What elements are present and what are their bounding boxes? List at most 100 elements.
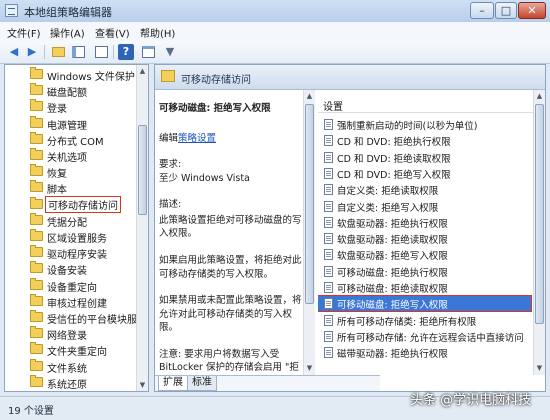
policy-setting-icon [324,330,333,342]
setting-row[interactable]: 可移动磁盘: 拒绝读取权限 [318,280,531,295]
setting-row[interactable]: CD 和 DVD: 拒绝读取权限 [318,150,531,165]
setting-row[interactable]: CD 和 DVD: 拒绝执行权限 [318,133,531,148]
help-icon[interactable]: ? [118,44,134,60]
setting-row[interactable]: 软盘驱动器: 拒绝执行权限 [318,215,531,230]
setting-row[interactable]: 可移动磁盘: 拒绝写入权限 [318,295,532,313]
tree-item[interactable]: 文件夹重定向 [5,342,131,358]
tree-item[interactable]: 磁盘配额 [5,83,131,100]
setting-row[interactable]: 所有可移动存储类: 拒绝所有权限 [318,313,531,328]
tree-item-label: 电源管理 [47,120,87,132]
tree-item[interactable]: 可移动存储访问 [5,195,131,213]
tree-item[interactable]: 系统还原 [5,374,131,391]
setting-label: 磁带驱动器: 拒绝执行权限 [337,349,448,361]
setting-row[interactable]: 可移动磁盘: 拒绝执行权限 [318,264,531,279]
tree-item[interactable]: 驱动程序安装 [5,245,131,261]
tab-standard[interactable]: 标准 [187,376,217,391]
setting-row[interactable]: 磁带驱动器: 拒绝执行权限 [318,345,531,360]
tree-item[interactable]: 受信任的平台模块服 [5,310,137,326]
window-title: 本地组策略编辑器 [24,6,112,19]
description-line: 允许对此可移动存储类的写入权 [159,308,293,320]
scroll-down-arrow-icon[interactable]: ▼ [304,362,315,374]
setting-row[interactable]: CD 和 DVD: 拒绝写入权限 [318,166,531,181]
tree-item-label: 脚本 [47,185,67,197]
policy-setting-icon [324,200,333,212]
tree-item[interactable]: 设备安装 [5,261,131,277]
setting-row[interactable]: 自定义类: 拒绝写入权限 [318,199,531,214]
tree-item[interactable]: 文件系统 [5,358,131,375]
tree-item[interactable]: 凭据分配 [5,212,131,229]
menu-help[interactable]: 帮助(H) [140,25,175,40]
setting-row[interactable]: 自定义类: 拒绝读取权限 [318,182,531,197]
tree-item[interactable]: 网络登录 [5,326,131,342]
policy-setting-icon [324,282,333,293]
close-button[interactable]: ✕ [518,2,546,19]
tree-item[interactable]: 分布式 COM [5,131,131,148]
menu-file[interactable]: 文件(F) [7,25,41,40]
group-policy-app-icon [5,4,18,17]
policy-setting-icon [324,298,333,310]
folder-up-icon[interactable] [50,44,66,60]
tab-extended[interactable]: 扩展 [158,376,188,391]
toolbar: ◀ ▶ ? ▼ [0,41,550,64]
tree-item[interactable]: 电源管理 [5,115,131,132]
tree-item[interactable]: 脚本 [5,180,131,197]
scroll-up-arrow-icon[interactable]: ▲ [534,90,545,102]
menu-bar: 文件(F) 操作(A) 查看(V) 帮助(H) [0,22,550,42]
properties-icon[interactable] [140,44,156,60]
export-list-icon[interactable] [93,44,109,60]
scroll-down-arrow-icon[interactable]: ▼ [137,379,148,391]
tree-item[interactable]: 审核过程创建 [5,293,131,310]
settings-scrollbar[interactable]: ▲ ▼ [533,90,545,375]
folder-icon [30,261,43,274]
tree-item[interactable]: 区域设置服务 [5,229,131,245]
forward-arrow-icon[interactable]: ▶ [24,44,40,60]
show-tree-icon[interactable] [70,44,86,60]
tree-item[interactable]: 关机选项 [5,148,131,164]
folder-icon [30,229,43,241]
maximize-button[interactable]: □ [495,2,517,19]
policy-setting-icon [324,265,333,277]
description-line: 限。 [159,322,179,334]
scroll-down-arrow-icon[interactable]: ▼ [534,362,545,374]
policy-setting-icon [324,167,333,179]
view-tabs: 扩展 标准 [155,375,380,391]
settings-column-header[interactable]: 设置 [318,96,533,113]
tree-item-label: Windows 文件保护 [47,72,135,83]
minimize-button[interactable]: – [470,2,494,19]
tree-item-label: 系统还原 [47,379,87,391]
setting-row[interactable]: 软盘驱动器: 拒绝读取权限 [318,231,531,246]
tree-item[interactable]: 登录 [5,99,131,116]
setting-row[interactable]: 强制重新启动的时间(以秒为单位) [318,117,531,132]
tree-item-label: 磁盘配额 [47,88,87,100]
settings-list: 设置 强制重新启动的时间(以秒为单位) CD 和 DVD: 拒绝执行权限 CD 和 … [318,90,545,375]
scroll-thumb[interactable] [305,104,314,304]
tree-panel: Windows 文件保护 磁盘配额登录电源管理分布式 COM 关机选项恢复脚本 可移动… [4,64,149,392]
edit-policy-link[interactable]: 策略设置 [178,133,216,144]
setting-row[interactable]: 软盘驱动器: 拒绝写入权限 [318,247,531,262]
tree-item-label: 恢复 [47,169,67,181]
scroll-up-arrow-icon[interactable]: ▲ [304,90,315,102]
menu-action[interactable]: 操作(A) [50,25,85,40]
requirements-label: 要求: [159,159,182,170]
policy-setting-icon [324,151,333,163]
tree-item-label: 分布式 COM [47,136,104,148]
scroll-up-arrow-icon[interactable]: ▲ [137,65,148,77]
tree-item[interactable]: Windows 文件保护 [5,67,135,83]
scroll-thumb[interactable] [138,125,147,215]
description-line: 入权限。 [159,228,198,240]
description-line: 注意: 要求用户将数据写入受 [159,349,280,360]
back-arrow-icon[interactable]: ◀ [6,44,22,60]
setting-label: 所有可移动存储: 允许在远程会话中直接访问 [337,332,524,344]
menu-view[interactable]: 查看(V) [95,25,130,40]
filter-icon[interactable]: ▼ [162,44,178,60]
setting-label: CD 和 DVD: 拒绝读取权限 [337,153,451,165]
setting-label: 自定义类: 拒绝读取权限 [337,186,439,198]
tree-item[interactable]: 设备重定向 [5,277,131,294]
tree-scrollbar[interactable]: ▲ ▼ [136,65,148,391]
toolbar-separator [113,45,114,59]
setting-row[interactable]: 所有可移动存储: 允许在远程会话中直接访问 [318,329,531,344]
description-scrollbar[interactable]: ▲ ▼ [303,90,315,375]
tree-item[interactable]: 恢复 [5,164,131,181]
scroll-thumb[interactable] [535,104,544,324]
tree-item-label: 登录 [47,104,67,116]
